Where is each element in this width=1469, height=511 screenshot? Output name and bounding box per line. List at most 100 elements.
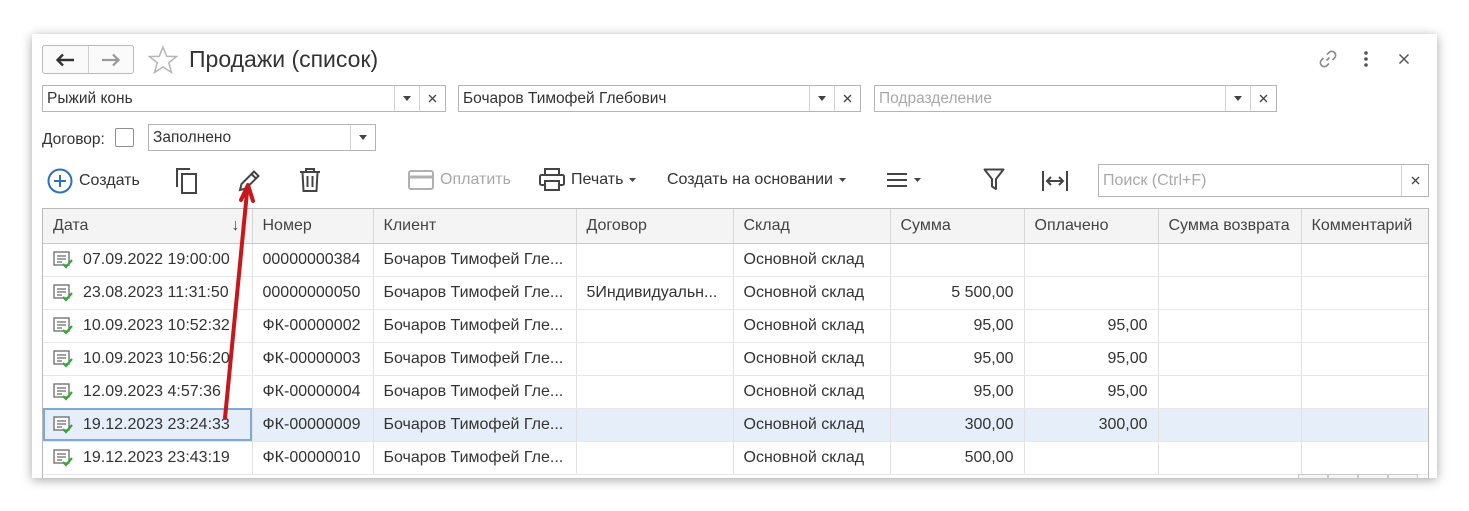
cell-sum[interactable]: 300,00 <box>890 408 1025 442</box>
cell-date[interactable]: 19.12.2023 23:43:19 <box>43 441 253 475</box>
column-header-contract[interactable]: Договор <box>576 209 734 244</box>
cell-number[interactable]: ФК-00000010 <box>252 441 374 475</box>
department-clear-button[interactable] <box>1250 86 1276 111</box>
cell-comment[interactable] <box>1301 309 1428 343</box>
table-row[interactable]: 07.09.2022 19:00:00 00000000384 Бочаров Ти… <box>43 243 1428 277</box>
column-header-refund[interactable]: Сумма возврата <box>1158 209 1302 244</box>
contract-checkbox[interactable] <box>115 128 134 147</box>
cell-number[interactable]: ФК-00000009 <box>252 408 374 442</box>
forward-button[interactable] <box>87 46 134 73</box>
cell-warehouse[interactable]: Основной склад <box>733 309 891 343</box>
column-header-comment[interactable]: Комментарий <box>1301 209 1428 244</box>
cell-date[interactable]: 12.09.2023 4:57:36 <box>43 375 253 409</box>
organization-dropdown-button[interactable] <box>394 86 419 111</box>
cell-paid[interactable]: 95,00 <box>1024 342 1159 376</box>
column-header-paid[interactable]: Оплачено <box>1024 209 1159 244</box>
cell-client[interactable]: Бочаров Тимофей Гле... <box>373 243 577 277</box>
cell-warehouse[interactable]: Основной склад <box>733 276 891 310</box>
cell-sum[interactable]: 95,00 <box>890 309 1025 343</box>
column-header-client[interactable]: Клиент <box>373 209 577 244</box>
organization-clear-button[interactable] <box>419 86 445 111</box>
cell-comment[interactable] <box>1301 408 1428 442</box>
cell-number[interactable]: 00000000384 <box>252 243 374 277</box>
cell-date[interactable]: 23.08.2023 11:31:50 <box>43 276 253 310</box>
sales-table[interactable]: Дата ↓ Номер Клиент Договор Склад Сумма О… <box>42 208 1429 478</box>
cell-warehouse[interactable]: Основной склад <box>733 375 891 409</box>
cell-client[interactable]: Бочаров Тимофей Гле... <box>373 408 577 442</box>
edit-button[interactable] <box>236 168 262 194</box>
table-row[interactable]: 19.12.2023 23:24:33 ФК-00000009 Бочаров Ти… <box>43 408 1428 442</box>
column-header-sum[interactable]: Сумма <box>890 209 1025 244</box>
cell-warehouse[interactable]: Основной склад <box>733 408 891 442</box>
cell-refund[interactable] <box>1158 375 1302 409</box>
cell-warehouse[interactable]: Основной склад <box>733 342 891 376</box>
cell-refund[interactable] <box>1158 342 1302 376</box>
cell-paid[interactable] <box>1024 441 1159 475</box>
cell-comment[interactable] <box>1301 441 1428 475</box>
table-row[interactable]: 10.09.2023 10:56:20 ФК-00000003 Бочаров Ти… <box>43 342 1428 376</box>
cell-date[interactable]: 10.09.2023 10:52:32 <box>43 309 253 343</box>
search-box[interactable] <box>1098 164 1429 197</box>
scroll-button[interactable] <box>1328 474 1358 478</box>
cell-date[interactable]: 10.09.2023 10:56:20 <box>43 342 253 376</box>
cell-paid[interactable]: 300,00 <box>1024 408 1159 442</box>
search-clear-button[interactable] <box>1401 165 1428 196</box>
cell-contract[interactable] <box>576 375 734 409</box>
column-header-date[interactable]: Дата ↓ <box>43 209 253 244</box>
contract-state-value[interactable]: Заполнено <box>149 125 350 150</box>
more-button[interactable] <box>1347 47 1385 71</box>
cell-refund[interactable] <box>1158 276 1302 310</box>
cell-paid[interactable]: 95,00 <box>1024 375 1159 409</box>
scroll-button[interactable] <box>1298 474 1328 478</box>
cell-contract[interactable] <box>576 309 734 343</box>
print-button[interactable]: Печать <box>539 168 637 192</box>
cell-sum[interactable]: 5 500,00 <box>890 276 1025 310</box>
cell-contract[interactable]: 5Индивидуальн... <box>576 276 734 310</box>
manager-value[interactable]: Бочаров Тимофей Глебович <box>459 86 809 111</box>
cell-paid[interactable] <box>1024 243 1159 277</box>
cell-refund[interactable] <box>1158 408 1302 442</box>
contract-state-dropdown-button[interactable] <box>350 125 375 150</box>
link-button[interactable] <box>1309 47 1347 71</box>
table-row[interactable]: 10.09.2023 10:52:32 ФК-00000002 Бочаров Ти… <box>43 309 1428 343</box>
cell-client[interactable]: Бочаров Тимофей Гле... <box>373 309 577 343</box>
create-based-on-button[interactable]: Создать на основании <box>667 171 846 189</box>
cell-warehouse[interactable]: Основной склад <box>733 243 891 277</box>
cell-refund[interactable] <box>1158 243 1302 277</box>
more-actions-button[interactable] <box>886 172 921 188</box>
organization-value[interactable]: Рыжий конь <box>43 86 394 111</box>
department-dropdown-button[interactable] <box>1225 86 1250 111</box>
cell-number[interactable]: ФК-00000004 <box>252 375 374 409</box>
create-button[interactable]: Создать <box>47 168 140 194</box>
cell-number[interactable]: 00000000050 <box>252 276 374 310</box>
delete-button[interactable] <box>299 167 321 193</box>
department-placeholder[interactable]: Подразделение <box>875 86 1225 111</box>
cell-sum[interactable]: 500,00 <box>890 441 1025 475</box>
cell-date[interactable]: 07.09.2022 19:00:00 <box>43 243 253 277</box>
cell-date[interactable]: 19.12.2023 23:24:33 <box>43 408 253 442</box>
back-button[interactable] <box>43 46 88 73</box>
cell-sum[interactable]: 95,00 <box>890 375 1025 409</box>
cell-number[interactable]: ФК-00000003 <box>252 342 374 376</box>
cell-comment[interactable] <box>1301 243 1428 277</box>
cell-contract[interactable] <box>576 441 734 475</box>
cell-refund[interactable] <box>1158 441 1302 475</box>
cell-client[interactable]: Бочаров Тимофей Гле... <box>373 441 577 475</box>
manager-clear-button[interactable] <box>834 86 860 111</box>
close-button[interactable] <box>1385 47 1423 71</box>
cell-comment[interactable] <box>1301 375 1428 409</box>
table-row[interactable]: 23.08.2023 11:31:50 00000000050 Бочаров Ти… <box>43 276 1428 310</box>
cell-warehouse[interactable]: Основной склад <box>733 441 891 475</box>
pay-button[interactable]: Оплатить <box>408 170 511 190</box>
cell-sum[interactable]: 95,00 <box>890 342 1025 376</box>
cell-paid[interactable]: 95,00 <box>1024 309 1159 343</box>
copy-button[interactable] <box>174 167 200 195</box>
column-header-warehouse[interactable]: Склад <box>733 209 891 244</box>
cell-comment[interactable] <box>1301 342 1428 376</box>
cell-client[interactable]: Бочаров Тимофей Гле... <box>373 342 577 376</box>
scroll-button[interactable] <box>1358 474 1388 478</box>
manager-field[interactable]: Бочаров Тимофей Глебович <box>458 85 861 112</box>
star-icon[interactable] <box>147 45 179 75</box>
cell-contract[interactable] <box>576 408 734 442</box>
search-input[interactable] <box>1099 165 1401 196</box>
